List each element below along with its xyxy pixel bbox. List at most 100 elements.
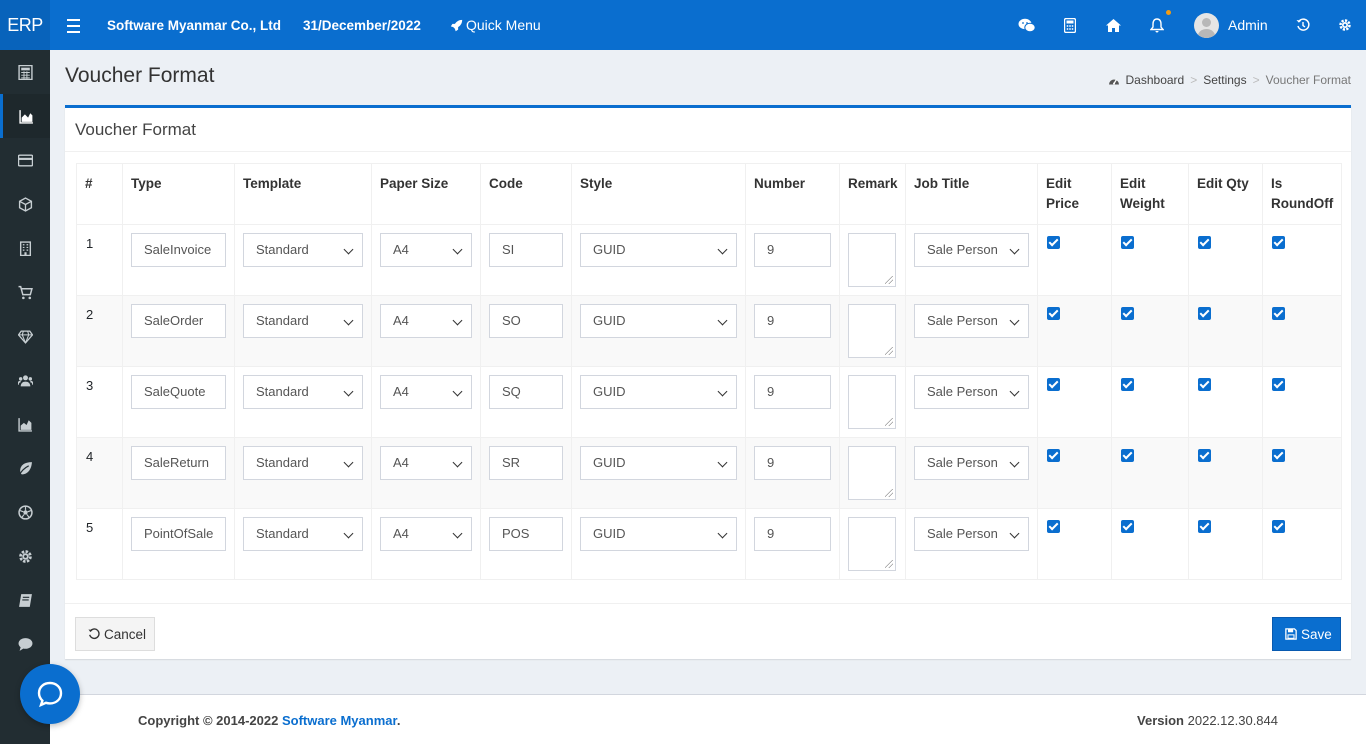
header-paper-size: Paper Size — [371, 163, 481, 225]
edit-price-checkbox[interactable] — [1047, 449, 1060, 462]
history-icon[interactable] — [1294, 16, 1312, 34]
code-input[interactable]: SO — [489, 304, 563, 338]
chat-widget-button[interactable] — [20, 664, 80, 724]
breadcrumb-current: Voucher Format — [1265, 73, 1351, 87]
template-select[interactable]: Standard — [243, 517, 363, 551]
style-select[interactable]: GUID — [580, 517, 737, 551]
breadcrumb-settings[interactable]: Settings — [1203, 73, 1246, 87]
users-icon — [17, 374, 33, 386]
paper-size-select[interactable]: A4 — [380, 233, 472, 267]
type-input[interactable]: SaleInvoice — [131, 233, 226, 267]
sidebar-item-book[interactable] — [0, 578, 50, 622]
leaf-icon — [18, 461, 32, 476]
template-select[interactable]: Standard — [243, 375, 363, 409]
save-button[interactable]: Save — [1272, 617, 1341, 651]
number-input[interactable]: 9 — [754, 304, 831, 338]
avatar[interactable] — [1194, 13, 1219, 38]
quick-menu-button[interactable]: Quick Menu — [450, 0, 541, 50]
number-input[interactable]: 9 — [754, 446, 831, 480]
remark-textarea[interactable] — [848, 375, 896, 429]
sidebar-item-comment[interactable] — [0, 622, 50, 666]
code-input[interactable]: SI — [489, 233, 563, 267]
sidebar-item-users[interactable] — [0, 358, 50, 402]
job-title-select[interactable]: Sale Person — [914, 375, 1029, 409]
type-input[interactable]: SaleOrder — [131, 304, 226, 338]
type-input[interactable]: SaleQuote — [131, 375, 226, 409]
sidebar-item-diamond[interactable] — [0, 314, 50, 358]
current-date[interactable]: 31/December/2022 — [303, 0, 421, 50]
paper-size-select[interactable]: A4 — [380, 446, 472, 480]
edit-qty-checkbox[interactable] — [1198, 236, 1211, 249]
number-input[interactable]: 9 — [754, 375, 831, 409]
style-select[interactable]: GUID — [580, 446, 737, 480]
number-input[interactable]: 9 — [754, 233, 831, 267]
sidebar-item-area-chart[interactable] — [0, 94, 50, 138]
breadcrumb-dashboard[interactable]: Dashboard — [1126, 73, 1185, 87]
code-input[interactable]: POS — [489, 517, 563, 551]
type-input[interactable]: SaleReturn — [131, 446, 226, 480]
brand-logo[interactable]: ERP — [0, 0, 50, 50]
is-roundoff-checkbox[interactable] — [1272, 236, 1285, 249]
is-roundoff-checkbox[interactable] — [1272, 378, 1285, 391]
edit-weight-checkbox[interactable] — [1121, 378, 1134, 391]
calculator-top-icon[interactable] — [1061, 16, 1079, 34]
edit-qty-checkbox[interactable] — [1198, 307, 1211, 320]
remark-textarea[interactable] — [848, 233, 896, 287]
is-roundoff-checkbox[interactable] — [1272, 307, 1285, 320]
sidebar-item-settings[interactable] — [0, 534, 50, 578]
sidebar-item-soccer[interactable] — [0, 490, 50, 534]
hamburger-menu-icon[interactable] — [64, 17, 82, 35]
style-select[interactable]: GUID — [580, 233, 737, 267]
template-select[interactable]: Standard — [243, 233, 363, 267]
edit-price-checkbox[interactable] — [1047, 236, 1060, 249]
sidebar-item-cube[interactable] — [0, 182, 50, 226]
edit-weight-checkbox[interactable] — [1121, 449, 1134, 462]
sidebar-item-leaf[interactable] — [0, 446, 50, 490]
building-icon — [19, 240, 31, 256]
paper-size-select[interactable]: A4 — [380, 517, 472, 551]
paper-size-select[interactable]: A4 — [380, 375, 472, 409]
paper-size-select[interactable]: A4 — [380, 304, 472, 338]
home-icon[interactable] — [1104, 16, 1122, 34]
is-roundoff-checkbox[interactable] — [1272, 449, 1285, 462]
bell-icon[interactable] — [1148, 16, 1166, 34]
job-title-select[interactable]: Sale Person — [914, 304, 1029, 338]
wechat-icon[interactable] — [1018, 16, 1036, 34]
is-roundoff-checkbox[interactable] — [1272, 520, 1285, 533]
cancel-button[interactable]: Cancel — [75, 617, 155, 651]
edit-qty-checkbox[interactable] — [1198, 449, 1211, 462]
code-input[interactable]: SQ — [489, 375, 563, 409]
remark-textarea[interactable] — [848, 517, 896, 571]
remark-textarea[interactable] — [848, 446, 896, 500]
header-edit-qty: Edit Qty — [1188, 163, 1263, 225]
gear-icon[interactable] — [1336, 16, 1354, 34]
edit-weight-checkbox[interactable] — [1121, 307, 1134, 320]
copyright-text: Copyright © 2014-2022 — [138, 713, 282, 728]
user-name[interactable]: Admin — [1228, 0, 1268, 50]
table-header-row: # Type Template Paper Size Code Style Nu… — [76, 163, 1342, 225]
sidebar-item-credit-card[interactable] — [0, 138, 50, 182]
style-select[interactable]: GUID — [580, 375, 737, 409]
sidebar-item-building[interactable] — [0, 226, 50, 270]
sidebar-item-bar-chart[interactable] — [0, 402, 50, 446]
job-title-select[interactable]: Sale Person — [914, 233, 1029, 267]
edit-price-checkbox[interactable] — [1047, 378, 1060, 391]
edit-weight-checkbox[interactable] — [1121, 520, 1134, 533]
style-select[interactable]: GUID — [580, 304, 737, 338]
code-input[interactable]: SR — [489, 446, 563, 480]
sidebar-item-cart[interactable] — [0, 270, 50, 314]
edit-price-checkbox[interactable] — [1047, 520, 1060, 533]
remark-textarea[interactable] — [848, 304, 896, 358]
job-title-select[interactable]: Sale Person — [914, 446, 1029, 480]
copyright-link[interactable]: Software Myanmar — [282, 713, 397, 728]
sidebar-item-calculator[interactable] — [0, 50, 50, 94]
job-title-select[interactable]: Sale Person — [914, 517, 1029, 551]
type-input[interactable]: PointOfSale — [131, 517, 226, 551]
edit-price-checkbox[interactable] — [1047, 307, 1060, 320]
edit-weight-checkbox[interactable] — [1121, 236, 1134, 249]
edit-qty-checkbox[interactable] — [1198, 520, 1211, 533]
edit-qty-checkbox[interactable] — [1198, 378, 1211, 391]
number-input[interactable]: 9 — [754, 517, 831, 551]
template-select[interactable]: Standard — [243, 304, 363, 338]
template-select[interactable]: Standard — [243, 446, 363, 480]
